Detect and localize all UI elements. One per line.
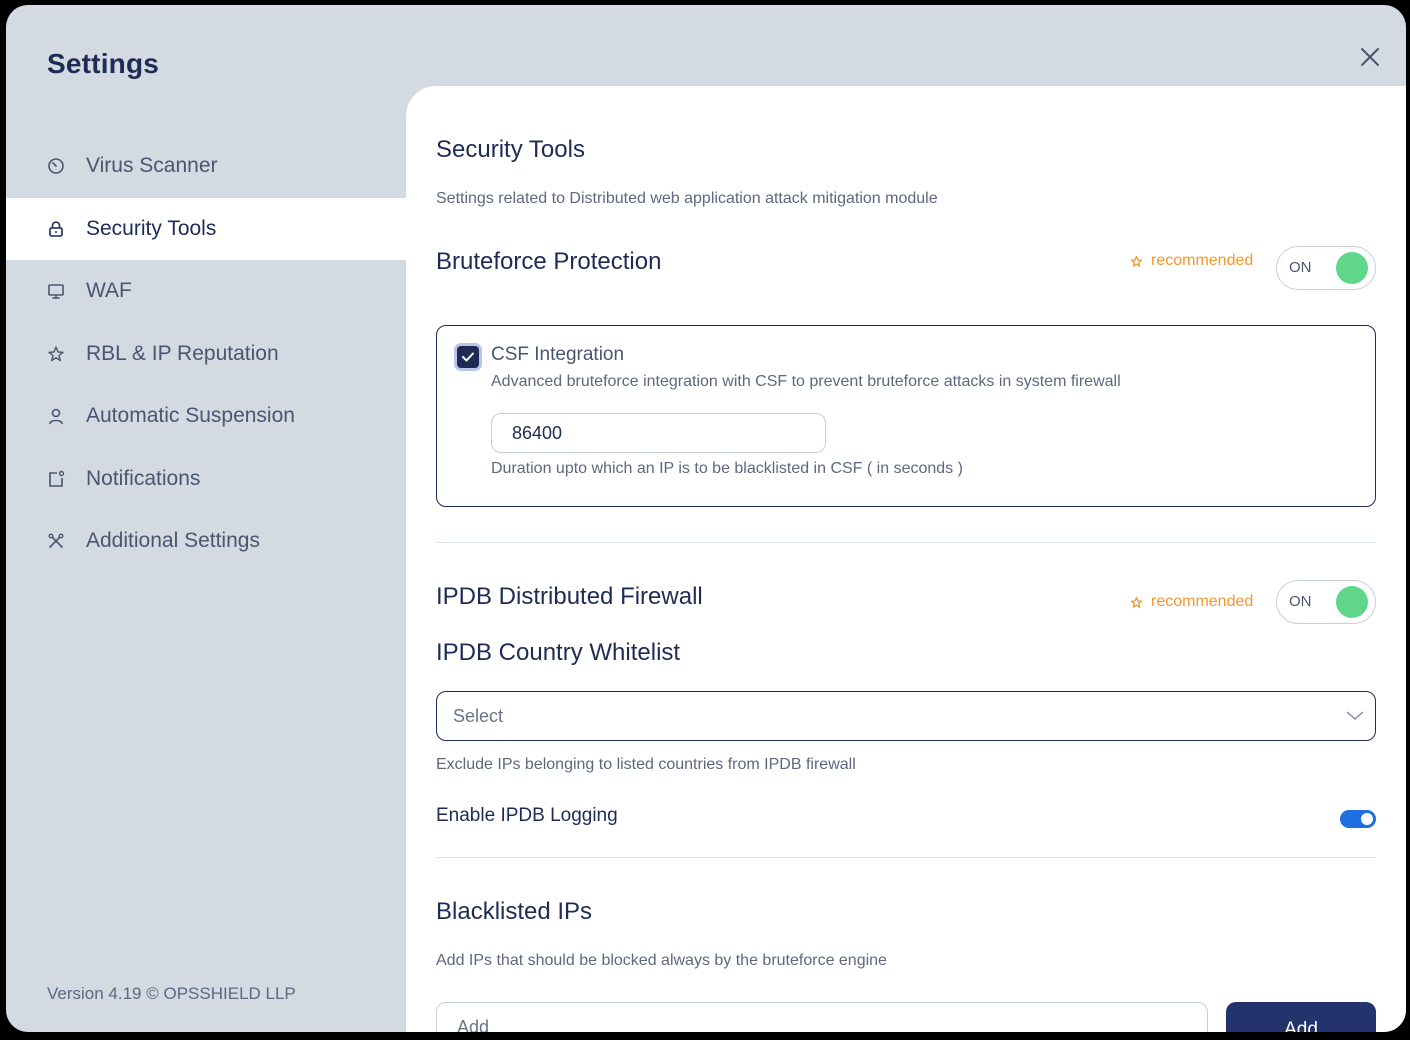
sidebar-item-notifications[interactable]: Notifications [6, 448, 406, 511]
version-label: Version 4.19 © OPSSHIELD LLP [47, 984, 296, 1003]
lock-icon [46, 219, 66, 239]
close-button[interactable] [1356, 43, 1384, 71]
whitelist-hint: Exclude IPs belonging to listed countrie… [436, 756, 856, 773]
bruteforce-title: Bruteforce Protection [436, 248, 662, 275]
tools-icon [46, 531, 66, 551]
sidebar-item-label: WAF [86, 279, 132, 303]
settings-window: Settings Virus Scanner Security Tools WA… [6, 5, 1406, 1032]
blacklist-title: Blacklisted IPs [436, 898, 593, 925]
recommended-badge: recommended [1130, 252, 1253, 270]
ipdb-logging-switch[interactable] [1340, 810, 1376, 828]
csf-integration-card: CSF Integration Advanced bruteforce inte… [436, 325, 1376, 507]
blacklist-ip-input[interactable] [436, 1002, 1208, 1032]
sidebar-item-label: Security Tools [86, 216, 217, 240]
sidebar-item-security-tools[interactable]: Security Tools [6, 197, 406, 260]
sidebar-item-waf[interactable]: WAF [6, 260, 406, 323]
recommended-badge: recommended [1130, 593, 1253, 611]
star-icon [1130, 255, 1143, 268]
sidebar-item-label: Automatic Suspension [86, 404, 295, 428]
window-title: Settings [47, 48, 160, 79]
check-icon [462, 352, 474, 362]
content-panel: Security Tools Settings related to Distr… [406, 86, 1406, 1032]
csf-duration-hint: Duration upto which an IP is to be black… [491, 460, 963, 477]
csf-integration-description: Advanced bruteforce integration with CSF… [491, 373, 1121, 390]
sidebar-item-label: Notifications [86, 466, 201, 490]
sidebar: Virus Scanner Security Tools WAF RBL & I… [6, 135, 406, 573]
star-icon [46, 344, 66, 364]
notification-icon [46, 469, 66, 489]
csf-integration-checkbox[interactable] [457, 346, 479, 368]
monitor-icon [46, 281, 66, 301]
page-description: Settings related to Distributed web appl… [436, 190, 938, 207]
sidebar-item-label: Virus Scanner [86, 154, 218, 178]
divider [436, 857, 1376, 858]
ipdb-title: IPDB Distributed Firewall [436, 583, 703, 610]
star-icon [1130, 596, 1143, 609]
bruteforce-toggle[interactable]: ON [1276, 246, 1376, 290]
page-title: Security Tools [436, 136, 585, 163]
country-whitelist-select[interactable]: Select [436, 691, 1376, 741]
sidebar-item-virus-scanner[interactable]: Virus Scanner [6, 135, 406, 198]
ipdb-logging-label: Enable IPDB Logging [436, 805, 618, 826]
csf-duration-input[interactable] [491, 413, 826, 453]
sidebar-item-automatic-suspension[interactable]: Automatic Suspension [6, 385, 406, 448]
ipdb-toggle[interactable]: ON [1276, 580, 1376, 624]
sidebar-item-label: Additional Settings [86, 529, 260, 553]
sidebar-item-additional-settings[interactable]: Additional Settings [6, 510, 406, 573]
sidebar-item-label: RBL & IP Reputation [86, 341, 279, 365]
add-ip-button[interactable]: Add [1226, 1002, 1376, 1032]
csf-integration-title: CSF Integration [491, 344, 625, 365]
ipdb-whitelist-title: IPDB Country Whitelist [436, 639, 681, 666]
chevron-down-icon [1345, 708, 1365, 727]
divider [436, 542, 1376, 543]
sidebar-item-rbl-ip-reputation[interactable]: RBL & IP Reputation [6, 323, 406, 386]
blacklist-description: Add IPs that should be blocked always by… [436, 952, 887, 969]
close-icon [1361, 48, 1379, 66]
clock-icon [46, 156, 66, 176]
user-icon [46, 406, 66, 426]
